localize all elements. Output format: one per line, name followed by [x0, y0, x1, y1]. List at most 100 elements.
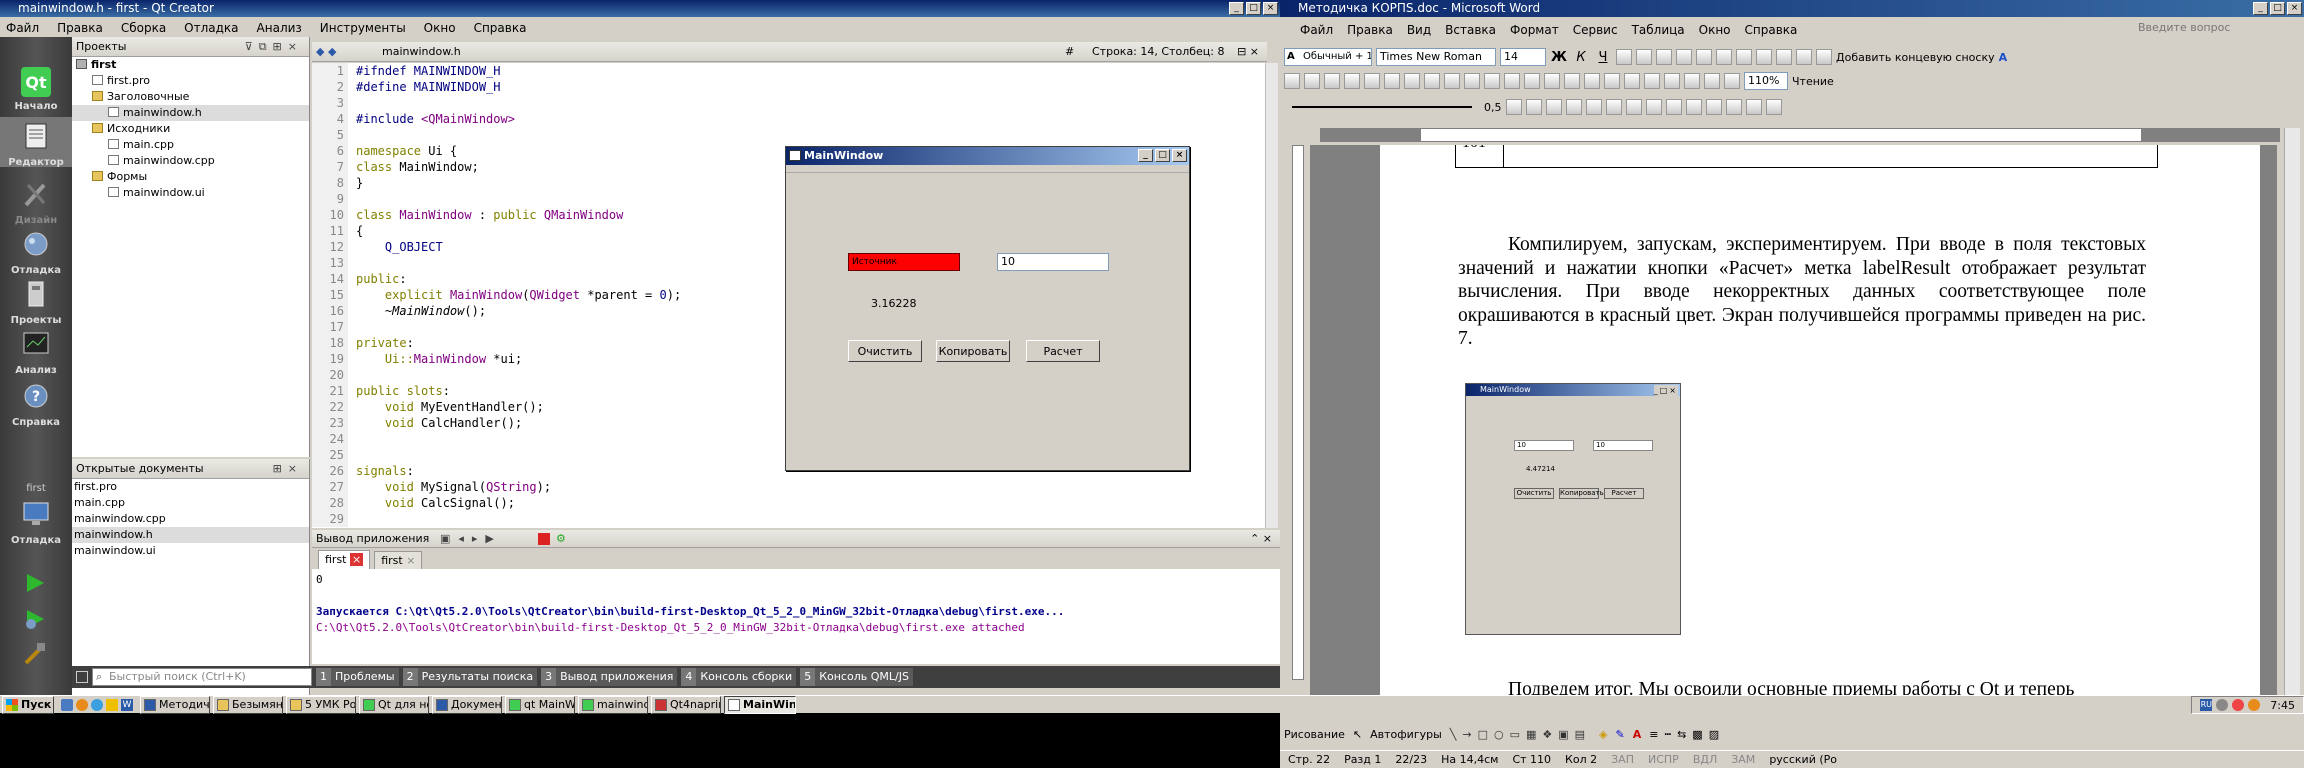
line-color-icon[interactable]: ✎ [1616, 728, 1625, 741]
word-icon[interactable]: W [121, 699, 133, 711]
stop-icon[interactable] [538, 533, 550, 545]
autoshapes-menu[interactable]: Автофигуры [1370, 728, 1442, 741]
tree-item[interactable]: Исходники [72, 121, 309, 137]
debug-run-icon[interactable] [22, 607, 48, 631]
word-menu-item[interactable]: Вид [1407, 23, 1431, 37]
tree-item[interactable]: Заголовочные [72, 89, 309, 105]
undo-icon[interactable] [1544, 73, 1560, 89]
folder-icon[interactable] [106, 699, 118, 711]
sort-asc-icon[interactable] [1725, 99, 1742, 115]
qt-menu-item[interactable]: Справка [474, 21, 527, 35]
text-direction-icon[interactable] [1705, 99, 1722, 115]
tree-item[interactable]: first [72, 57, 309, 73]
taskbar-item[interactable]: Qt для нови... [359, 696, 429, 714]
drawing-icon[interactable] [1684, 73, 1700, 89]
taskbar-item[interactable]: qt MainWind... [505, 696, 575, 714]
tree-item[interactable]: mainwindow.cpp [72, 153, 309, 169]
output-tools-icon[interactable]: ▣◂▸▶ [440, 530, 502, 548]
research-icon[interactable] [1444, 73, 1460, 89]
horizontal-ruler[interactable] [1320, 128, 2280, 142]
bold-icon[interactable]: Ж [1550, 50, 1568, 65]
endnote-button[interactable]: Добавить концевую сноску [1836, 51, 1995, 64]
merge-cells-icon[interactable] [1585, 99, 1602, 115]
size-select[interactable]: 14 [1500, 48, 1546, 66]
zoom-select[interactable]: 110% [1744, 72, 1788, 90]
bottom-tab[interactable]: 3 Вывод приложения [541, 668, 678, 686]
word-menu-item[interactable]: Справка [1745, 23, 1798, 37]
word-menu-item[interactable]: Формат [1510, 23, 1559, 37]
word-menu-item[interactable]: Таблица [1632, 23, 1685, 37]
calc-button[interactable]: Расчет [1026, 340, 1100, 362]
taskbar-item[interactable]: mainwindow.... [578, 696, 648, 714]
reading-button[interactable]: Чтение [1792, 75, 1834, 88]
output-close-icon[interactable]: ⌃ × [1250, 530, 1272, 548]
open-doc-item[interactable]: mainwindow.h [72, 527, 309, 543]
numbering-icon[interactable] [1716, 49, 1732, 65]
tables-borders-icon[interactable] [1604, 73, 1620, 89]
qt-menu-item[interactable]: Отладка [184, 21, 238, 35]
mode-debug[interactable]: Отладка [0, 229, 72, 276]
format-painter-icon[interactable] [1524, 73, 1540, 89]
cut-icon[interactable] [1464, 73, 1480, 89]
spelling-icon[interactable] [1424, 73, 1440, 89]
close-button[interactable]: × [1172, 149, 1187, 162]
outside-border-icon[interactable] [1545, 99, 1562, 115]
symbol-selector[interactable]: # [1065, 42, 1074, 62]
qt-menu-item[interactable]: Анализ [257, 21, 302, 35]
tab-close-icon[interactable]: × [350, 553, 364, 566]
target-selector[interactable]: Отладка [0, 499, 72, 546]
mode-welcome[interactable]: Qt Начало [0, 65, 72, 112]
locator-input[interactable]: ⌕ Быстрый поиск (Ctrl+K) [92, 668, 312, 686]
mode-edit[interactable]: Редактор [0, 117, 72, 168]
pane-tools-icon[interactable]: ⊞× [273, 459, 303, 479]
mode-projects[interactable]: Проекты [0, 279, 72, 326]
clear-button[interactable]: Очистить [848, 340, 922, 362]
print-icon[interactable] [1384, 73, 1400, 89]
bullets-icon[interactable] [1736, 49, 1752, 65]
tray-app-icon[interactable] [2248, 699, 2261, 711]
close-button[interactable]: × [1263, 2, 1278, 15]
mode-analyze[interactable]: Анализ [0, 329, 72, 376]
help-question-input[interactable]: Введите вопрос [2138, 21, 2278, 37]
ie-icon[interactable] [91, 699, 103, 711]
lang-icon[interactable]: RU [2200, 699, 2213, 711]
columns-icon[interactable] [1664, 73, 1680, 89]
copy-button[interactable]: Копировать [936, 340, 1010, 362]
value-field[interactable]: 10 [997, 253, 1109, 271]
text-color-icon[interactable]: A [1633, 728, 1642, 741]
word-menu-item[interactable]: Вставка [1445, 23, 1496, 37]
output-tab[interactable]: first × [318, 550, 371, 569]
insert-excel-icon[interactable] [1644, 73, 1660, 89]
qt-menu-item[interactable]: Правка [57, 21, 103, 35]
new-icon[interactable] [1284, 73, 1300, 89]
line-style[interactable] [1292, 106, 1472, 108]
justify-icon[interactable] [1676, 49, 1692, 65]
fill-color-icon[interactable]: ◈ [1599, 728, 1607, 741]
bottom-tab[interactable]: 5 Консоль QML/JS [800, 668, 913, 686]
close-button[interactable]: × [2287, 2, 2302, 15]
bottom-tab[interactable]: 1 Проблемы [316, 668, 399, 686]
word-menu-item[interactable]: Окно [1699, 23, 1731, 37]
email-icon[interactable] [1364, 73, 1380, 89]
maximize-button[interactable]: □ [1246, 2, 1261, 15]
bottom-tab[interactable]: 2 Результаты поиска [402, 668, 538, 686]
align-right-icon[interactable] [1656, 49, 1672, 65]
sidebar-toggle-icon[interactable] [76, 671, 88, 683]
align-left-icon[interactable] [1616, 49, 1632, 65]
vertical-ruler[interactable] [1292, 145, 1304, 680]
qt-menu-item[interactable]: Инструменты [320, 21, 406, 35]
minimize-button[interactable]: _ [1229, 2, 1244, 15]
highlight-icon[interactable] [1816, 49, 1832, 65]
file-selector[interactable]: mainwindow.h [382, 42, 461, 62]
open-icon[interactable] [1304, 73, 1320, 89]
font-color-icon[interactable]: A [1999, 51, 2008, 64]
align-cell-icon[interactable] [1625, 99, 1642, 115]
nav-arrows-icon[interactable]: ◆ ◆ [316, 42, 336, 62]
paragraph-1[interactable]: Компилируем, запускам, экспериментируем.… [1458, 233, 2146, 351]
pane-tools-icon[interactable]: ⊽⧉⊞× [245, 37, 303, 57]
border-icon[interactable] [1796, 49, 1812, 65]
minimize-button[interactable]: _ [1138, 149, 1153, 162]
minimize-button[interactable]: _ [2253, 2, 2268, 15]
word-menu-item[interactable]: Сервис [1573, 23, 1618, 37]
taskbar-item[interactable]: Qt4naprimer... [651, 696, 721, 714]
